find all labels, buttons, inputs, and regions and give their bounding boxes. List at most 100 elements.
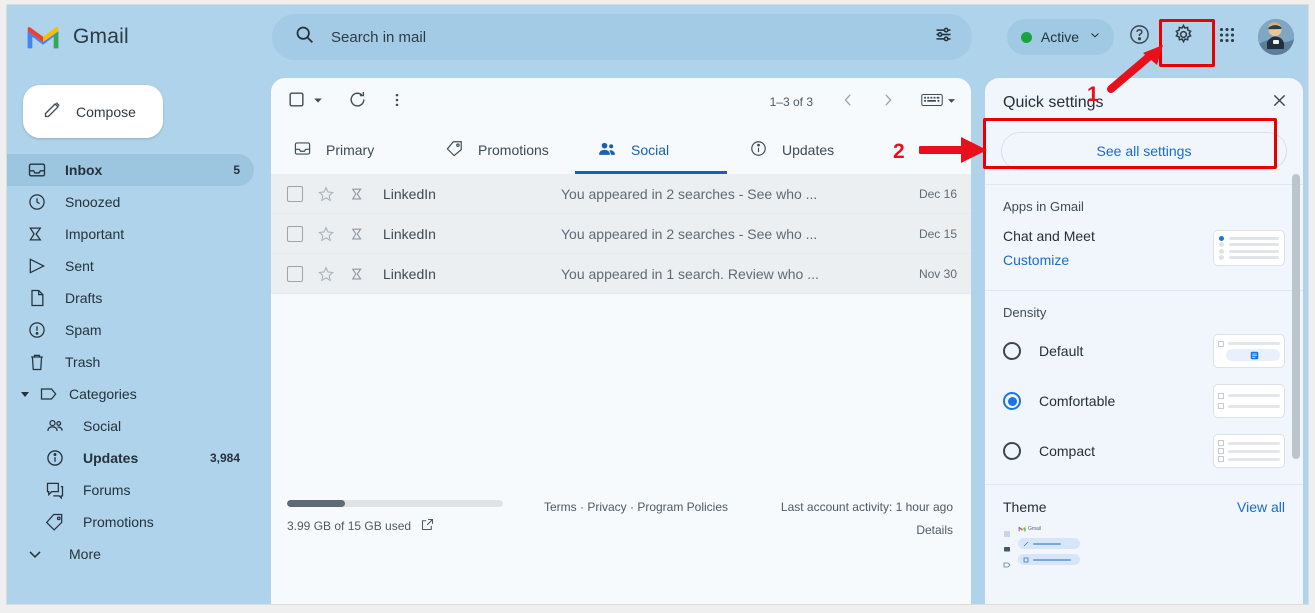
sidebar-item-snoozed[interactable]: Snoozed: [7, 186, 254, 218]
gmail-app-window: Gmail Compose Inbox 5: [6, 4, 1309, 605]
sidebar: Gmail Compose Inbox 5: [7, 5, 266, 605]
sidebar-item-categories[interactable]: Categories: [7, 378, 254, 410]
info-icon: [749, 139, 768, 161]
sidebar-item-label: Important: [65, 226, 222, 242]
view-all-themes-link[interactable]: View all: [1237, 499, 1285, 515]
sidebar-item-forums[interactable]: Forums: [7, 474, 254, 506]
compose-label: Compose: [76, 104, 136, 120]
storage-label: 3.99 GB of 15 GB used: [287, 519, 411, 533]
theme-preview-compose-row: [1018, 538, 1080, 549]
apps-in-gmail-section: Apps in Gmail Chat and Meet Customize: [985, 184, 1303, 290]
density-comfortable-thumbnail: [1213, 384, 1285, 418]
row-date: Dec 16: [901, 187, 957, 201]
quick-settings-scrollbar[interactable]: [1292, 174, 1300, 459]
sidebar-item-social[interactable]: Social: [7, 410, 254, 442]
sidebar-item-count: 3,984: [210, 451, 254, 465]
label-icon: [39, 384, 59, 404]
clock-icon: [27, 192, 47, 212]
tab-primary[interactable]: Primary: [271, 126, 423, 174]
draft-icon: [27, 288, 47, 308]
row-date: Nov 30: [901, 267, 957, 281]
radio-icon[interactable]: [1003, 392, 1021, 410]
star-icon[interactable]: [317, 185, 335, 203]
row-checkbox[interactable]: [287, 266, 303, 282]
input-tools-button[interactable]: [917, 92, 961, 113]
chevron-right-icon: [879, 91, 897, 114]
more-options-button[interactable]: [378, 83, 416, 121]
external-link-icon[interactable]: [420, 517, 435, 535]
row-sender: LinkedIn: [383, 186, 561, 202]
tab-promotions[interactable]: Promotions: [423, 126, 575, 174]
pencil-icon: [43, 99, 63, 124]
row-checkbox[interactable]: [287, 226, 303, 242]
search-options-icon[interactable]: [933, 24, 954, 50]
sidebar-item-inbox[interactable]: Inbox 5: [7, 154, 254, 186]
details-link[interactable]: Details: [753, 523, 953, 537]
sidebar-item-drafts[interactable]: Drafts: [7, 282, 254, 314]
important-icon: [27, 224, 47, 244]
tab-social[interactable]: Social: [575, 126, 727, 174]
help-button[interactable]: [1120, 18, 1158, 56]
header-actions: Active: [1007, 18, 1308, 56]
sidebar-item-spam[interactable]: Spam: [7, 314, 254, 346]
star-icon[interactable]: [317, 225, 335, 243]
footer-links[interactable]: Terms · Privacy · Program Policies: [519, 500, 753, 514]
info-icon: [45, 448, 65, 468]
close-icon[interactable]: [1270, 91, 1289, 115]
next-page-button[interactable]: [869, 83, 907, 121]
table-row[interactable]: LinkedIn You appeared in 2 searches - Se…: [271, 214, 971, 254]
search-input[interactable]: Search in mail: [272, 14, 972, 60]
tab-updates[interactable]: Updates: [727, 126, 879, 174]
density-option-compact[interactable]: Compact: [1003, 434, 1285, 468]
table-row[interactable]: LinkedIn You appeared in 2 searches - Se…: [271, 174, 971, 214]
select-all-checkbox[interactable]: [287, 90, 324, 114]
sidebar-item-sent[interactable]: Sent: [7, 250, 254, 282]
apps-button[interactable]: [1208, 18, 1246, 56]
inbox-tab-icon: [293, 139, 312, 161]
see-all-settings-button[interactable]: See all settings: [1001, 132, 1287, 170]
important-marker-icon[interactable]: [349, 265, 367, 283]
density-section: Density Default Comfo: [985, 290, 1303, 484]
status-badge[interactable]: Active: [1007, 19, 1114, 55]
status-label: Active: [1041, 29, 1079, 45]
radio-icon[interactable]: [1003, 442, 1021, 460]
table-row[interactable]: LinkedIn You appeared in 1 search. Revie…: [271, 254, 971, 294]
density-option-comfortable[interactable]: Comfortable: [1003, 384, 1285, 418]
sidebar-item-more[interactable]: More: [7, 538, 254, 570]
sidebar-item-label: Promotions: [83, 514, 222, 530]
sidebar-item-label: Drafts: [65, 290, 222, 306]
theme-title: Theme: [1003, 499, 1047, 515]
people-icon: [597, 139, 617, 162]
settings-gear-button[interactable]: [1164, 18, 1202, 56]
pager-count: 1–3 of 3: [770, 95, 813, 109]
star-icon[interactable]: [317, 265, 335, 283]
important-marker-icon[interactable]: [349, 225, 367, 243]
refresh-button[interactable]: [338, 83, 376, 121]
people-icon: [45, 416, 65, 436]
prev-page-button[interactable]: [829, 83, 867, 121]
tab-label: Primary: [326, 142, 374, 158]
keyboard-icon: [921, 92, 943, 113]
sidebar-item-label: Sent: [65, 258, 222, 274]
chevron-left-icon: [839, 91, 857, 114]
theme-preview-brand: Gmail: [1028, 526, 1041, 532]
sidebar-item-important[interactable]: Important: [7, 218, 254, 250]
sidebar-item-promotions[interactable]: Promotions: [7, 506, 254, 538]
apps-grid-icon: [1216, 24, 1238, 51]
compose-button[interactable]: Compose: [23, 85, 163, 138]
sidebar-item-updates[interactable]: Updates 3,984: [7, 442, 254, 474]
help-icon: [1128, 23, 1151, 51]
row-checkbox[interactable]: [287, 186, 303, 202]
customize-link[interactable]: Customize: [1003, 252, 1095, 268]
sidebar-item-trash[interactable]: Trash: [7, 346, 254, 378]
radio-icon[interactable]: [1003, 342, 1021, 360]
chat-and-meet-label: Chat and Meet: [1003, 228, 1095, 244]
mail-list-card: 1–3 of 3: [271, 78, 971, 604]
theme-preview[interactable]: Gmail: [1003, 519, 1285, 565]
density-option-default[interactable]: Default: [1003, 334, 1285, 368]
account-activity: Last account activity: 1 hour ago Detail…: [753, 500, 953, 537]
sidebar-item-label: Social: [83, 418, 222, 434]
avatar[interactable]: [1258, 19, 1294, 55]
sidebar-item-label: Forums: [83, 482, 222, 498]
important-marker-icon[interactable]: [349, 185, 367, 203]
